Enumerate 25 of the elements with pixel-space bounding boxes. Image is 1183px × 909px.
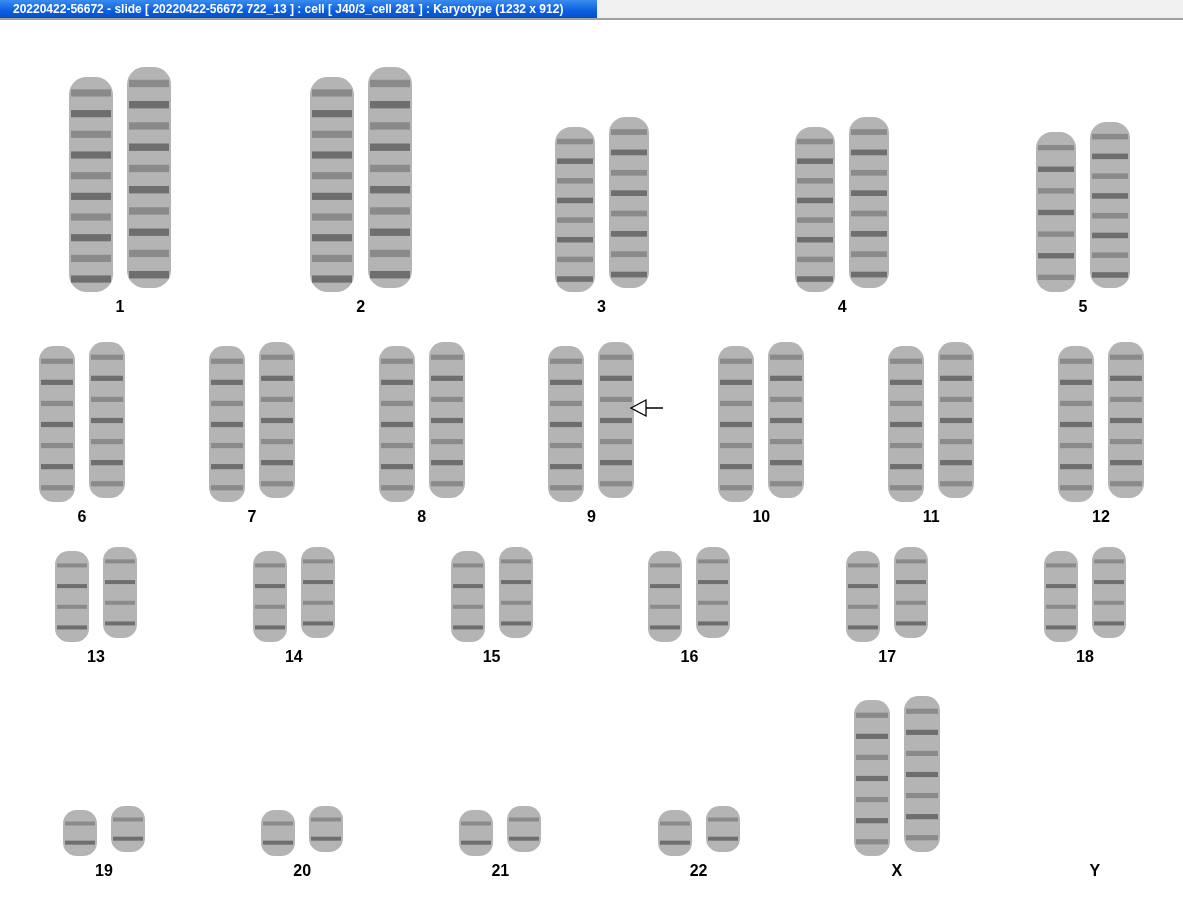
chromosome-number: 4 — [837, 298, 847, 316]
chromosome-number: 21 — [491, 862, 510, 880]
chromosome-number: 10 — [752, 508, 771, 526]
chromosome-number: 5 — [1078, 298, 1088, 316]
chromosome-number: 9 — [587, 508, 596, 526]
chromosome-number: 6 — [77, 508, 87, 526]
chromosome-number: 13 — [87, 648, 105, 666]
chromosome-number: 20 — [293, 862, 312, 880]
chromosome-number: 18 — [1076, 648, 1094, 666]
window-title: 20220422-56672 - slide [ 20220422-56672 722_13 ] : cell [ J40/3_cell 281 ] : Karyotype (1232 x 912) — [0, 0, 597, 18]
chromosome-number: 3 — [597, 298, 606, 316]
chromosome-number: 8 — [417, 508, 427, 526]
chromosome-number: 11 — [922, 508, 940, 526]
chromosome-number: 22 — [689, 862, 708, 880]
chromosome-number: 1 — [115, 298, 125, 316]
chromosome-number: 2 — [356, 298, 366, 316]
chromosome-number: 17 — [878, 648, 897, 666]
chromosome-number: Y — [1089, 862, 1101, 880]
chromosome-number: 14 — [284, 648, 303, 666]
chromosome-number: 16 — [680, 648, 699, 666]
chromosome-number: X — [891, 862, 903, 880]
chromosome-number: 7 — [247, 508, 257, 526]
chromosome-number: 19 — [95, 862, 113, 880]
chromosome-number: 15 — [482, 648, 501, 666]
chromosome-number: 12 — [1092, 508, 1110, 526]
